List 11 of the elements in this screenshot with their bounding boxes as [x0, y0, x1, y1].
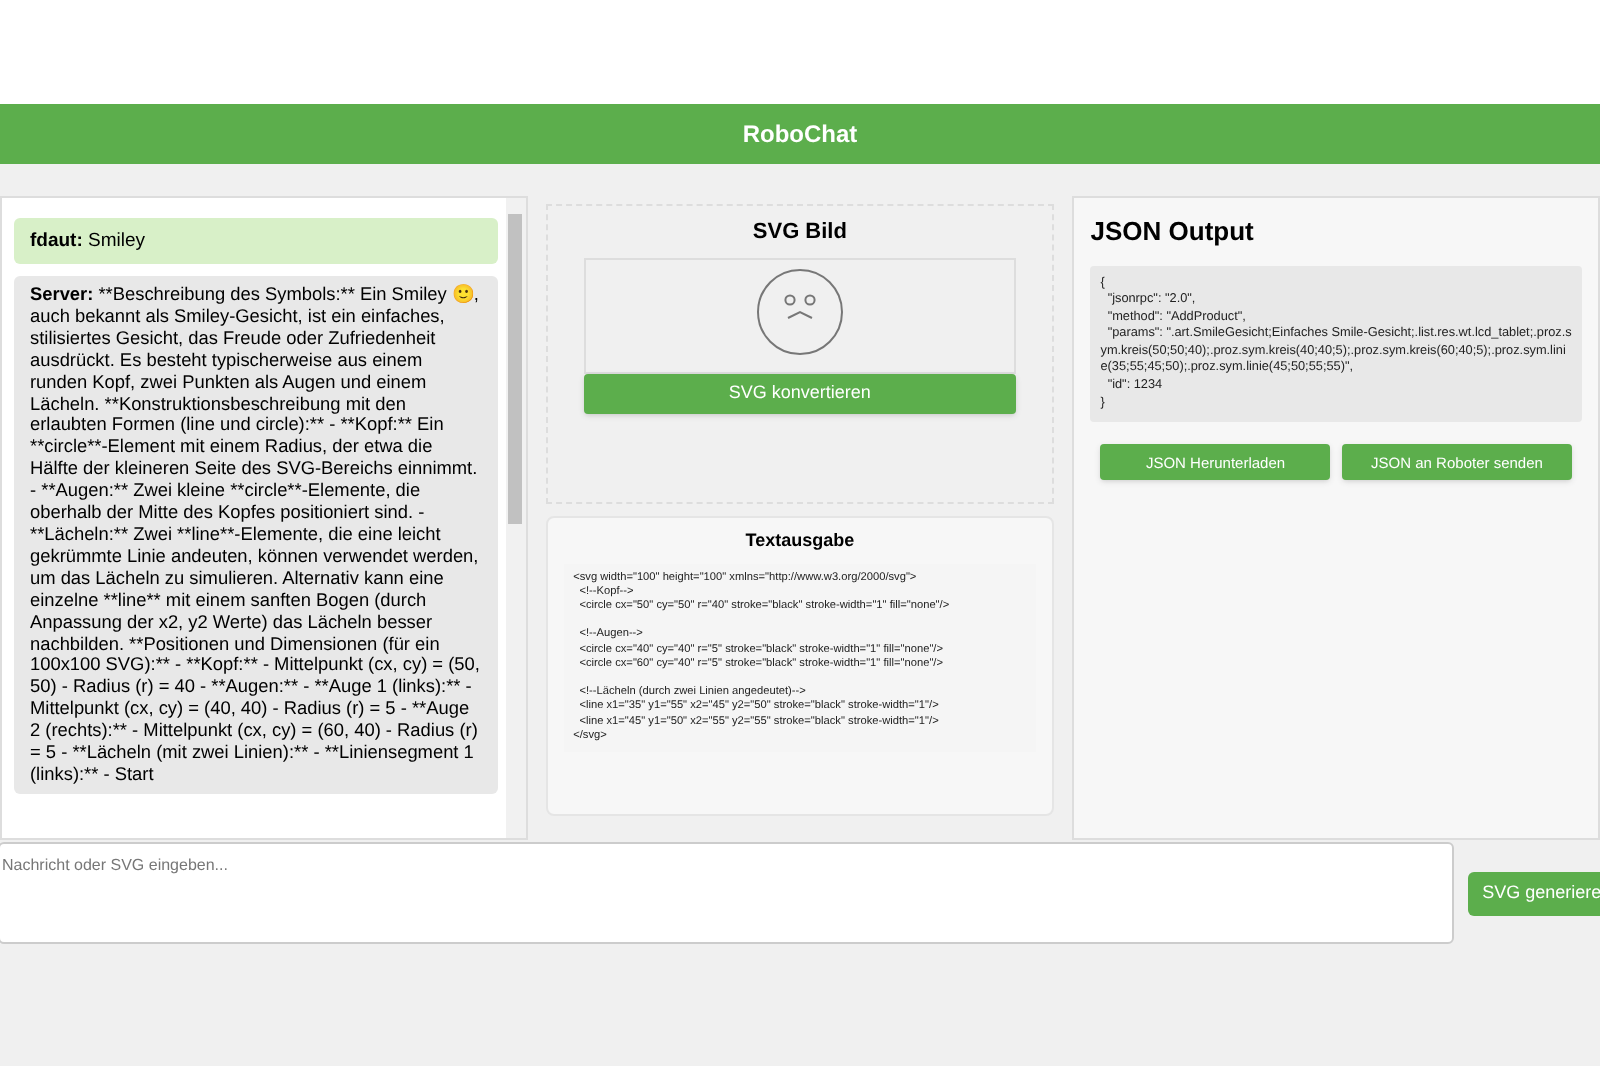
- panel-title: Textausgabe: [745, 528, 855, 554]
- panel-title: SVG Bild: [752, 218, 847, 248]
- user-message: fdaut: Smiley: [14, 218, 498, 264]
- smiley-drawing: [755, 267, 844, 355]
- generate-button[interactable]: SVG generiere: [1468, 871, 1600, 915]
- message-input[interactable]: Nachricht oder SVG eingeben...: [0, 842, 1455, 944]
- server-message: Server: **Beschreibung des Symbols:** Ein Smiley 🙂, auch bekannt als Smiley-Gesicht, ist ein einfaches, stilisiertes Gesicht, das Freude oder Zufriedenheit ausdrückt. Es besteht typischerweise aus einem runden Kopf, zwei Punkten als Augen und einem Lächeln. **Konstruktionsbeschreibung mit den erlaubten Formen (line und circle):** - **Kopf:** Ein **circle**-Element mit einem Radius, der etwa die Hälfte der kleineren Seite des SVG-Bereichs einnimmt. - **Augen:** Zwei kleine **circle**-Elemente, die oberhalb der Mitte des Kopfes positioniert sind. - **Lächeln:** Zwei **line**-Elemente, die eine leicht gekrümmte Linie andeuten, können verwendet werden, um das Lächeln zu simulieren. Alternativ kann eine einzelne **line** mit einem sanften Bogen (durch Anpassung der x2, y2 Werte) das Lächeln besser nachbilden. **Positionen und Dimensionen (für ein 100x100 SVG):** - **Kopf:** - Mittelpunkt (cx, cy) = (50, 50) - Radius (r) = 40 - **Augen:** - **Auge 1 (links):** - Mittelpunkt (cx, cy) = (40, 40) - Radius (r) = 5 - **Auge 2 (rechts):** - Mittelpunkt (cx, cy) = (60, 40) - Radius (r) = 5 - **Lächeln (mit zwei Linien):** - **Liniensegment 1 (links):** - Start: [14, 276, 498, 794]
- app-title: RoboChat: [742, 118, 858, 152]
- convert-button[interactable]: SVG konvertieren: [583, 373, 1016, 413]
- scrollbar[interactable]: [505, 198, 526, 838]
- panel-title: JSON Output: [1090, 214, 1256, 250]
